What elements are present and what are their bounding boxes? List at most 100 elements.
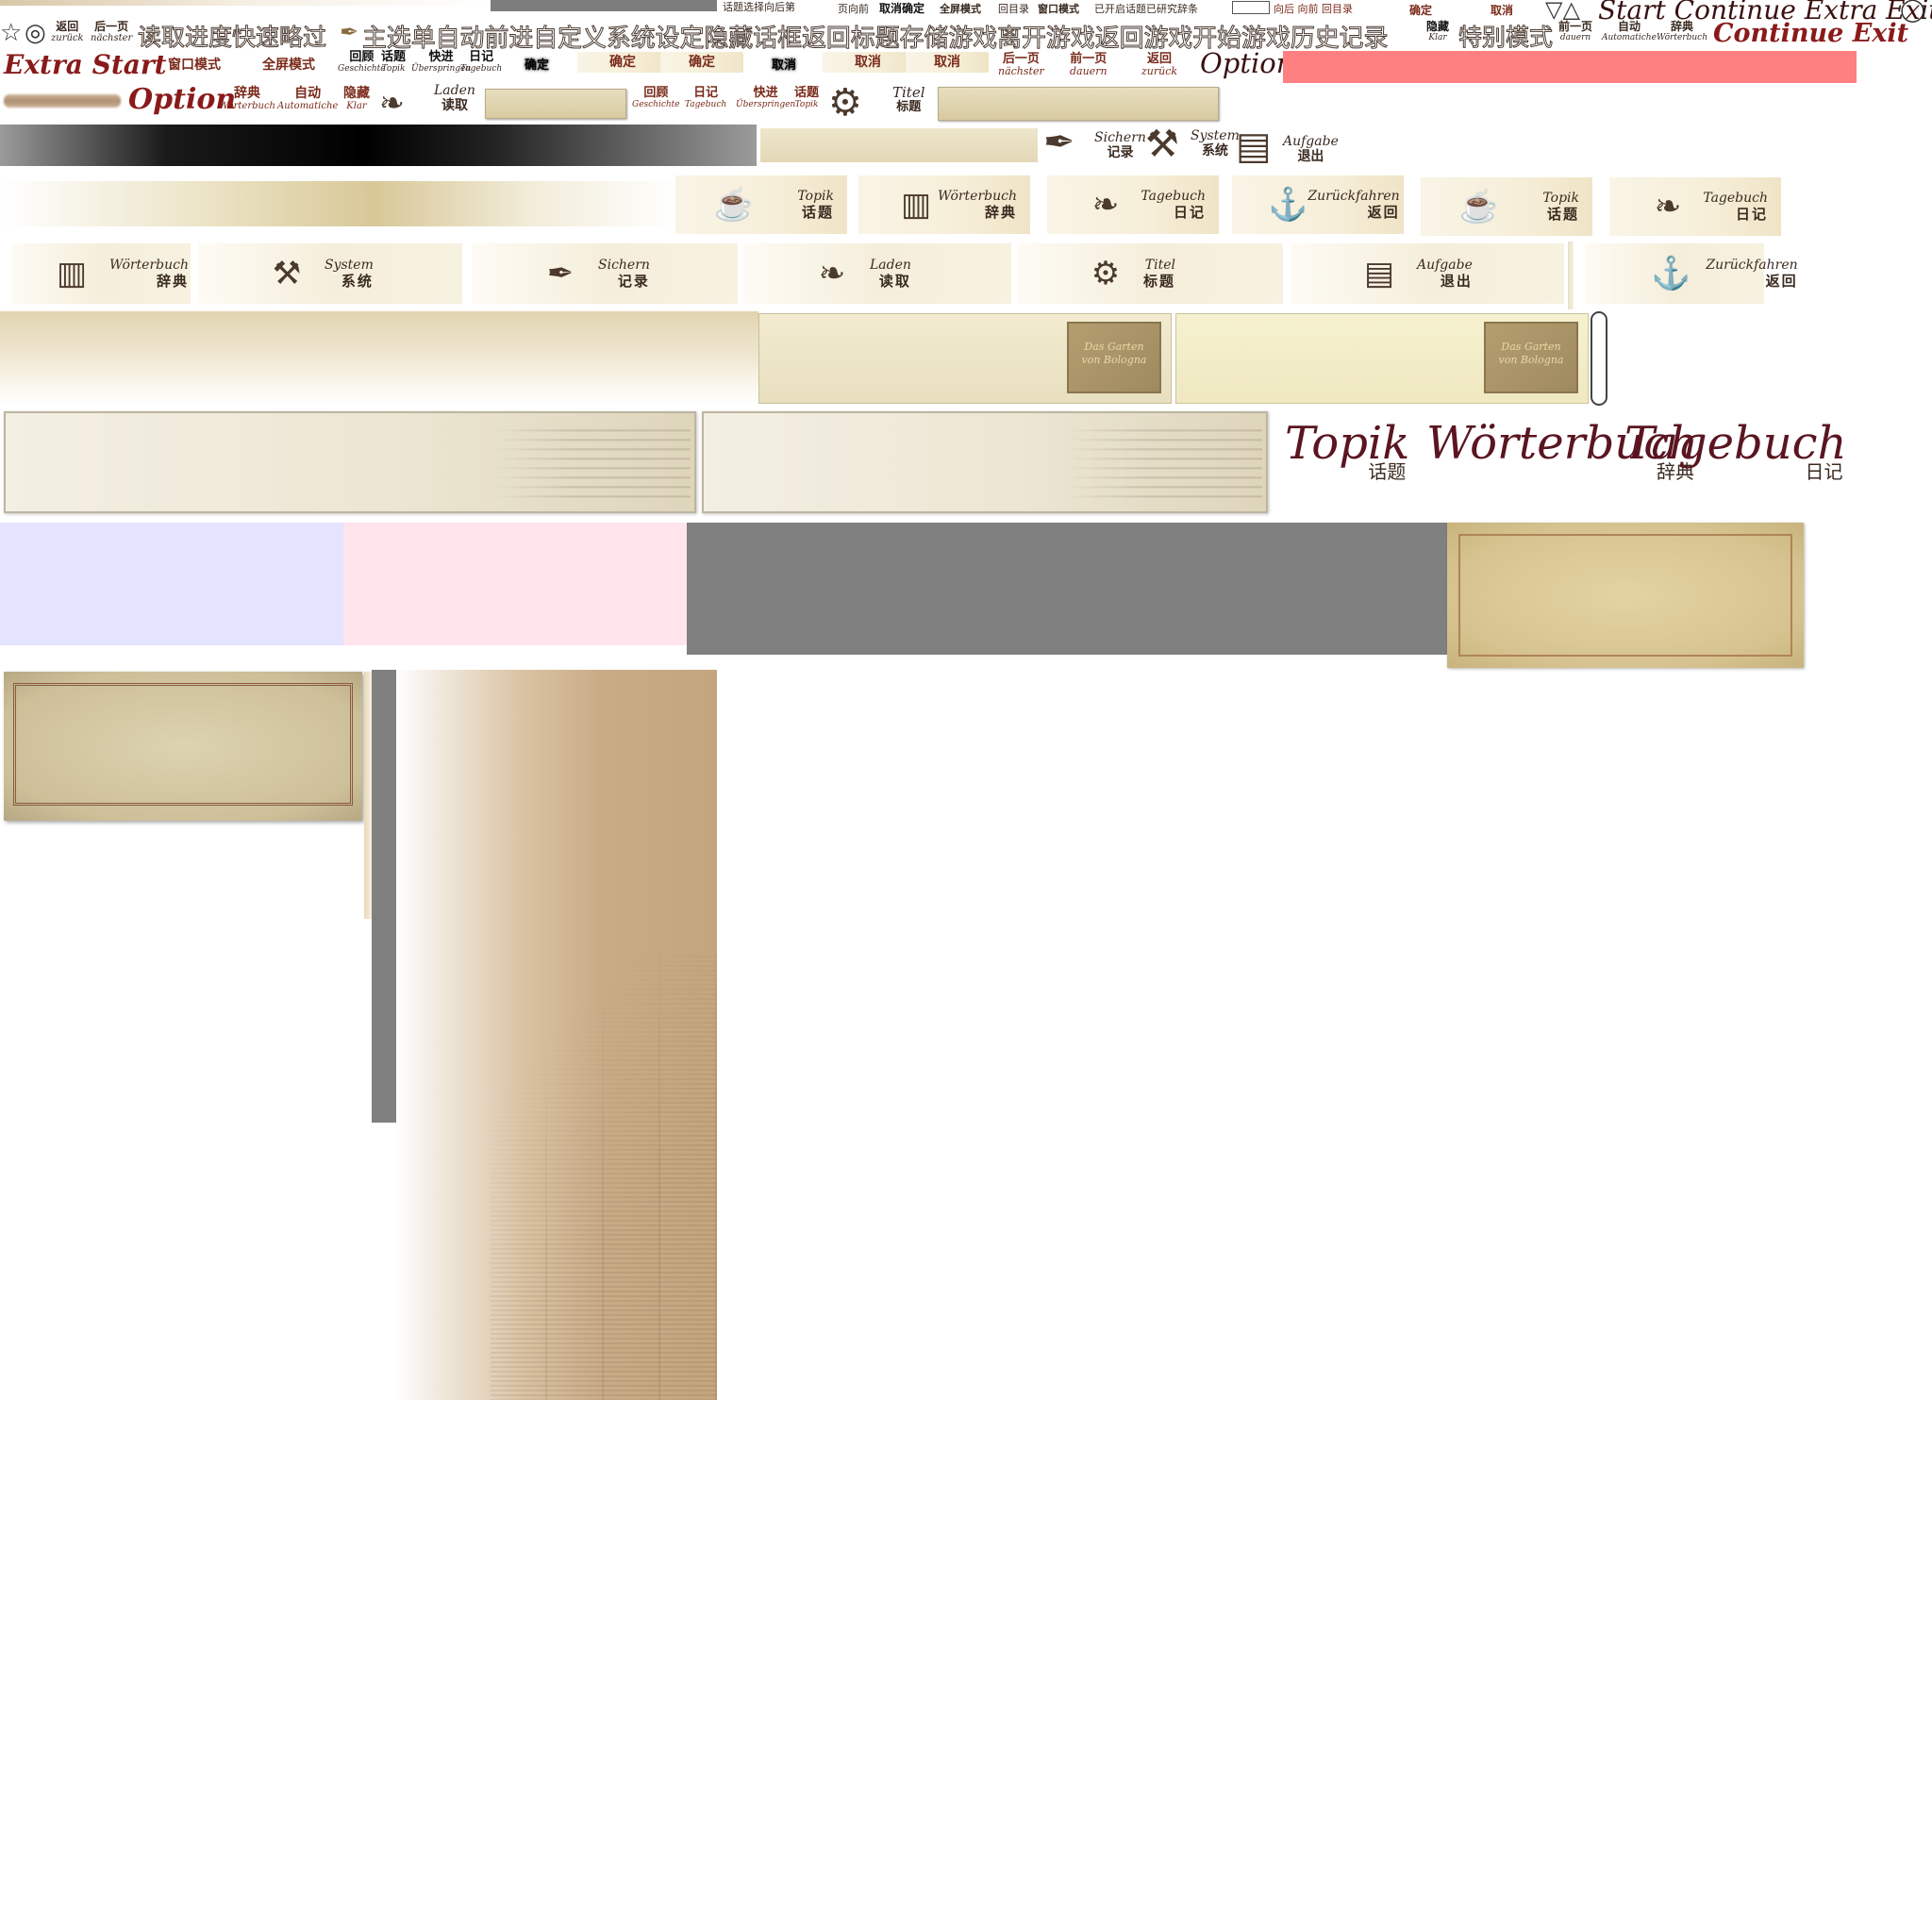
books-icon: ▥ xyxy=(56,255,88,292)
back-button-label[interactable]: 返回 zurück xyxy=(51,21,84,44)
save-slot-1[interactable]: Das Garten von Bologna xyxy=(758,313,1172,404)
continue-exit-script[interactable]: Continue Exit xyxy=(1713,19,1908,48)
prev-page-button-label[interactable]: 前一页 dauern xyxy=(1558,21,1592,43)
beige-bar xyxy=(760,128,1038,162)
tab-sichern-wide[interactable]: ✒ Sichern 记录 xyxy=(472,243,738,304)
diary-label-2[interactable]: 日记 Tagebuch xyxy=(685,87,726,110)
cancel-button-dark[interactable]: 取消 xyxy=(772,55,796,73)
page-nav-labels: 页向前 xyxy=(838,3,869,15)
review-button-label[interactable]: 回顾 Geschichte xyxy=(338,51,386,75)
pink-block xyxy=(343,523,687,645)
card-frame xyxy=(1458,534,1792,657)
dictionary-label-2[interactable]: 辞典 Wörterbuch xyxy=(219,87,275,112)
prev-page-button-2[interactable]: 前一页 dauern xyxy=(1070,53,1108,77)
tab-tagebuch[interactable]: ❧ Tagebuch 日记 xyxy=(1047,175,1219,234)
tab-zurckfahren-wide[interactable]: ⚓ Zurückfahren 返回 xyxy=(1585,243,1798,304)
red-placeholder-bar xyxy=(1283,51,1857,83)
hide-button-label[interactable]: 隐藏 Klar xyxy=(1426,21,1449,43)
confirm-button-small[interactable]: 确定 xyxy=(1409,2,1432,18)
star-icon[interactable]: ☆ xyxy=(0,19,22,47)
tan-bar-small xyxy=(485,89,626,119)
double-circle-icon[interactable]: ◎ xyxy=(25,19,46,47)
quill-icon: ✒ xyxy=(340,19,359,45)
auto-label-2[interactable]: 自动 Automatiche xyxy=(277,87,338,112)
cancel-button-paper-2[interactable]: 取消 xyxy=(906,52,989,73)
top-strip-gray-bar xyxy=(491,0,717,11)
review-label-2[interactable]: 回顾 Geschichte xyxy=(632,87,680,110)
tab-titel-wide[interactable]: ⚙ Titel 标题 xyxy=(1017,243,1283,304)
top-strip-paper xyxy=(0,0,491,6)
teacup-icon: ☕ xyxy=(1458,188,1500,225)
thin-divider xyxy=(1568,242,1574,309)
auto-button-label[interactable]: 自动 Automatiche xyxy=(1602,21,1657,43)
outlined-menu-text-1: 读取进度快速略过 xyxy=(137,24,327,52)
back-to-index-label[interactable]: 回目录 xyxy=(998,1,1029,16)
lavender-block xyxy=(0,523,343,645)
next-page-button-label[interactable]: 后一页 nächster xyxy=(91,21,132,44)
anchor-icon: ⚓ xyxy=(1651,255,1691,292)
handwriting-texture xyxy=(492,423,691,504)
gears-icon: ⚙ xyxy=(828,81,862,125)
fullscreen-mode-label[interactable]: 全屏模式 xyxy=(940,1,981,16)
title-label[interactable]: Titel 标题 xyxy=(892,85,925,115)
teacup-icon: ☕ xyxy=(713,186,755,224)
gears-icon: ⚙ xyxy=(1091,255,1121,292)
nav-back-forward-index[interactable]: 向后 向前 回目录 xyxy=(1274,1,1353,16)
tab-topik[interactable]: ☕ Topik 话题 xyxy=(1421,177,1592,236)
extra-start-script[interactable]: Extra Start xyxy=(4,49,167,80)
special-mode-text: 特别模式 xyxy=(1457,24,1554,52)
book-stack-icon: ▤ xyxy=(1236,125,1272,168)
brown-bar-slider xyxy=(4,94,121,108)
newsprint-texture xyxy=(491,953,717,1400)
anchor-icon: ⚓ xyxy=(1268,186,1308,224)
open-book-icon: ❧ xyxy=(379,85,405,121)
option-script-dark[interactable]: Option xyxy=(1200,47,1293,79)
confirm-button-dark[interactable]: 确定 xyxy=(525,55,549,73)
tab-wrterbuch[interactable]: ▥ Wörterbuch 辞典 xyxy=(858,175,1030,234)
save-slot-2-selected[interactable]: Das Garten von Bologna xyxy=(1175,313,1589,404)
big-tab-tagebuch[interactable]: Tagebuch 日记 xyxy=(1624,417,1846,484)
fullscreen-mode-button[interactable]: 全屏模式 xyxy=(262,55,315,74)
tan-bar-large xyxy=(938,87,1219,121)
wrench-icon: ⚒ xyxy=(1145,123,1179,166)
exit-label[interactable]: Aufgabe 退出 xyxy=(1283,134,1339,164)
newspaper-texture-panel xyxy=(396,670,717,1400)
tab-wrterbuch-wide[interactable]: ▥ Wörterbuch 辞典 xyxy=(11,243,191,304)
skip-label-2[interactable]: 快进 Überspringen xyxy=(736,87,795,110)
cancel-button-paper-1[interactable]: 取消 xyxy=(823,52,913,73)
tab-topik[interactable]: ☕ Topik 话题 xyxy=(675,175,847,234)
topic-label-2[interactable]: 话题 Topik xyxy=(794,87,819,110)
diary-button-label[interactable]: 日记 Tagebuch xyxy=(460,51,502,75)
confirm-button-paper-1[interactable]: 确定 xyxy=(577,52,668,73)
parchment-dialog-panel xyxy=(4,672,362,821)
open-book-icon: ❧ xyxy=(1091,186,1120,224)
window-mode-label[interactable]: 窗口模式 xyxy=(1038,1,1079,16)
empty-checkbox[interactable] xyxy=(1232,1,1270,14)
hide-label-2[interactable]: 隐藏 Klar xyxy=(343,87,370,112)
letter-bar-2[interactable] xyxy=(702,411,1268,513)
parchment-card-large xyxy=(1447,523,1804,668)
handwriting-texture xyxy=(1064,423,1262,504)
letter-bar-1[interactable] xyxy=(4,411,696,513)
load-label[interactable]: Laden 读取 xyxy=(434,83,475,113)
dictionary-button-label[interactable]: 辞典 Wörterbuch xyxy=(1657,21,1707,43)
save-label[interactable]: Sichern 记录 xyxy=(1094,130,1146,160)
big-tab-topik[interactable]: Topik 话题 xyxy=(1285,417,1409,484)
back-button-2[interactable]: 返回 zurück xyxy=(1141,53,1177,77)
black-gradient-bar xyxy=(0,125,757,166)
system-label[interactable]: System 系统 xyxy=(1191,128,1240,158)
tab-system-wide[interactable]: ⚒ System 系统 xyxy=(198,243,462,304)
next-page-button-2[interactable]: 后一页 nächster xyxy=(998,53,1044,77)
window-mode-button[interactable]: 窗口模式 xyxy=(168,55,221,74)
tab-laden-wide[interactable]: ❧ Laden 读取 xyxy=(743,243,1011,304)
wrench-icon: ⚒ xyxy=(272,255,302,292)
book-stack-icon: ▤ xyxy=(1363,255,1395,292)
tab-aufgabe-wide[interactable]: ▤ Aufgabe 退出 xyxy=(1291,243,1564,304)
cancel-confirm-dark[interactable]: 取消确定 xyxy=(879,0,924,16)
confirm-button-paper-2[interactable]: 确定 xyxy=(660,52,743,73)
topic-button-label[interactable]: 话题 Topik xyxy=(381,51,406,75)
tab-tagebuch[interactable]: ❧ Tagebuch 日记 xyxy=(1609,177,1781,236)
scrollbar-thumb[interactable] xyxy=(1591,311,1607,406)
tab-zurckfahren[interactable]: ⚓ Zurückfahren 返回 xyxy=(1232,175,1404,234)
cancel-button-small[interactable]: 取消 xyxy=(1491,2,1513,18)
